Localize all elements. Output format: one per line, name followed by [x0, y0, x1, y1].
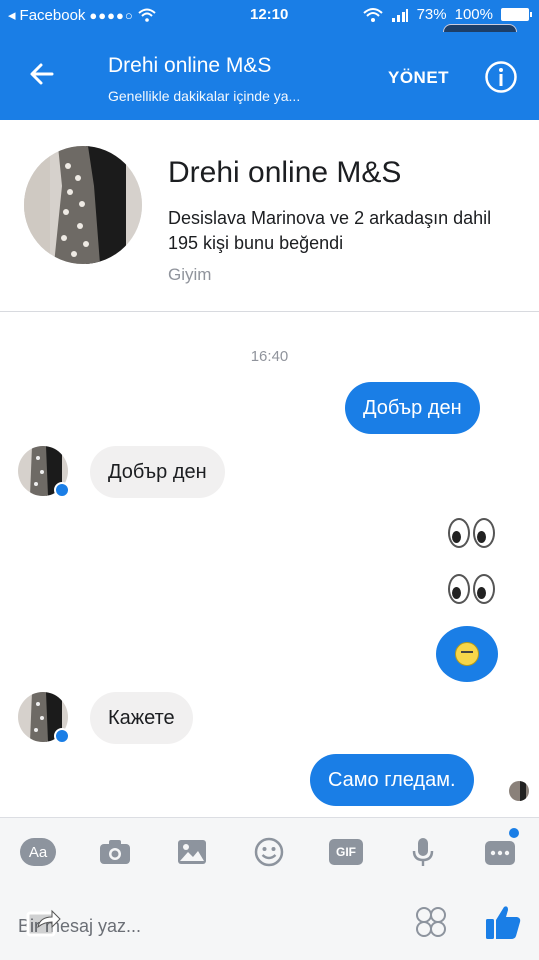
text-style-icon: Aa — [20, 838, 56, 866]
microphone-icon — [412, 838, 434, 866]
message-bubble-outgoing[interactable]: Само гледам. — [310, 754, 474, 806]
new-indicator-dot — [509, 828, 519, 838]
battery-percent-secondary: 100% — [454, 6, 493, 23]
camera-button[interactable] — [97, 836, 133, 868]
image-button[interactable] — [174, 836, 210, 868]
eye-right — [473, 518, 495, 548]
dress-photo-icon — [24, 146, 142, 264]
page-avatar[interactable] — [24, 146, 142, 264]
eye-left — [448, 574, 470, 604]
message-bubble-outgoing[interactable]: Добър ден — [345, 382, 480, 434]
signal-dots: ●●●●○ — [89, 7, 134, 23]
info-icon[interactable] — [484, 60, 518, 94]
back-arrow-icon[interactable] — [26, 58, 58, 90]
eye-right — [473, 574, 495, 604]
eyes-emoji-icon[interactable] — [448, 574, 495, 604]
more-options-button[interactable] — [482, 836, 518, 868]
eye-left — [448, 518, 470, 548]
battery-percent: 73% — [416, 6, 447, 23]
emoji-button[interactable] — [251, 836, 287, 868]
composer-toolbar: Aa GIF — [0, 817, 539, 885]
message-timestamp: 16:40 — [250, 348, 289, 365]
emoji-message-bubble[interactable] — [436, 626, 498, 682]
messenger-badge-icon — [54, 728, 70, 744]
gif-button[interactable]: GIF — [328, 836, 364, 868]
image-icon — [178, 840, 206, 864]
message-bubble-incoming[interactable]: Добър ден — [90, 446, 225, 498]
profile-category: Giyim — [168, 265, 212, 284]
read-receipt-avatar — [509, 781, 529, 801]
wifi-icon — [138, 8, 156, 22]
reactions-icon[interactable] — [414, 905, 448, 939]
status-time: 12:10 — [250, 6, 289, 23]
gif-icon: GIF — [329, 839, 363, 865]
face-emoji-icon — [455, 642, 479, 666]
header-subtitle: Genellikle dakikalar içinde ya... — [108, 88, 301, 104]
profile-name: Drehi online M&S — [168, 156, 402, 189]
eyes-emoji-icon[interactable] — [448, 518, 495, 548]
manage-button[interactable]: YÖNET — [388, 68, 449, 88]
profile-likes-text: Desislava Marinova ve 2 arkadaşın dahil … — [168, 208, 492, 253]
header-title[interactable]: Drehi online M&S — [108, 54, 271, 78]
battery-icon — [501, 8, 532, 21]
emoji-icon — [254, 837, 284, 867]
chat-header: Drehi online M&S Genellikle dakikalar iç… — [0, 32, 539, 120]
page-profile-card: Drehi online M&S Desislava Marinova ve 2… — [0, 120, 539, 312]
camera-icon — [100, 840, 130, 864]
chat-area[interactable]: 16:40 Добър ден Добър ден Кажете Само гл… — [0, 312, 539, 817]
back-to-app-icon[interactable]: ◂ — [8, 6, 16, 24]
status-right: 73% 100% — [362, 6, 532, 23]
message-input[interactable] — [18, 913, 388, 939]
message-bubble-incoming[interactable]: Кажете — [90, 692, 193, 744]
messenger-badge-icon — [54, 482, 70, 498]
composer — [0, 885, 539, 960]
status-app-name[interactable]: Facebook — [20, 7, 86, 24]
status-left: ◂ Facebook ●●●●○ — [8, 6, 156, 24]
signal-bars-icon — [391, 8, 408, 22]
share-arrow-icon[interactable] — [26, 905, 62, 937]
thumbs-up-icon[interactable] — [484, 903, 522, 941]
microphone-button[interactable] — [405, 836, 441, 868]
wifi-icon — [362, 7, 383, 22]
text-style-button[interactable]: Aa — [20, 836, 56, 868]
more-icon — [485, 841, 515, 865]
